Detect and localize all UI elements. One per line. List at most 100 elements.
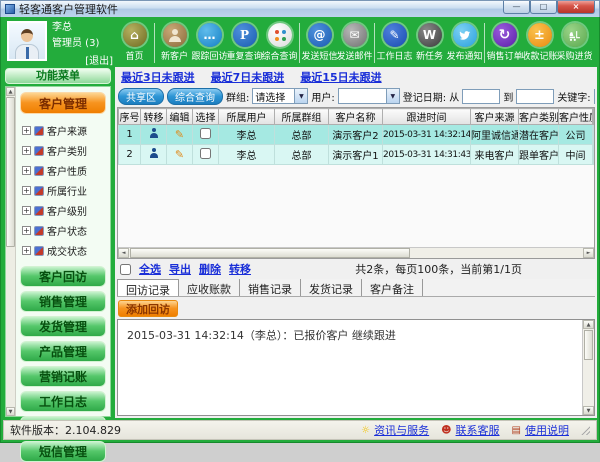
col-category[interactable]: 客户类别 bbox=[519, 109, 559, 125]
edit-icon[interactable]: ✎ bbox=[175, 128, 184, 141]
scrollbar-thumb[interactable] bbox=[584, 330, 593, 360]
tree-item-customer-nature[interactable]: + 客户性质 bbox=[22, 163, 106, 178]
link-15days-unfollowed[interactable]: 最近15日未跟进 bbox=[300, 69, 381, 85]
scroll-right-icon[interactable]: ► bbox=[583, 248, 594, 258]
tab-visit-records[interactable]: 回访记录 bbox=[117, 279, 179, 296]
toolbar-work-log[interactable]: ✎ 工作日志 bbox=[377, 23, 412, 62]
toolbar-multi-query[interactable]: 综合查询 bbox=[262, 23, 297, 62]
col-owner[interactable]: 所属用户 bbox=[219, 109, 275, 125]
toolbar-sales-order[interactable]: ↻ 销售订单 bbox=[487, 23, 522, 62]
toolbar-duplicate-query[interactable]: P 重复查询 bbox=[227, 23, 262, 62]
sidebar-button-customer-mgmt[interactable]: 客户管理 bbox=[20, 92, 106, 114]
scrollbar-track[interactable] bbox=[411, 248, 583, 258]
row-checkbox[interactable] bbox=[200, 128, 211, 139]
info-service-link[interactable]: 资讯与服务 bbox=[374, 422, 429, 438]
scroll-down-icon[interactable]: ▼ bbox=[583, 406, 594, 415]
scrollbar-thumb[interactable] bbox=[6, 97, 15, 247]
minimize-button[interactable]: — bbox=[503, 1, 530, 14]
select-all-checkbox[interactable] bbox=[120, 264, 131, 275]
manual-link[interactable]: 使用说明 bbox=[525, 422, 569, 438]
sidebar-button-marketing-account[interactable]: 营销记账 bbox=[20, 366, 106, 387]
col-transfer[interactable]: 转移 bbox=[141, 109, 167, 125]
toolbar-new-customer[interactable]: 新客户 bbox=[157, 23, 192, 62]
scroll-down-icon[interactable]: ▼ bbox=[6, 407, 15, 416]
expand-icon[interactable]: + bbox=[22, 226, 31, 235]
maximize-button[interactable]: □ bbox=[530, 1, 557, 14]
table-row[interactable]: 2 ✎ 李总 总部 演示客户1 2015-03-31 14:31:43 来电客户… bbox=[119, 145, 594, 165]
close-button[interactable]: × bbox=[557, 1, 595, 14]
scroll-up-icon[interactable]: ▲ bbox=[6, 87, 15, 96]
date-to-input[interactable] bbox=[516, 89, 554, 104]
toolbar-purchase[interactable]: 采购进货 bbox=[557, 23, 592, 62]
tab-customer-notes[interactable]: 客户备注 bbox=[362, 279, 423, 296]
toolbar-send-mail[interactable]: ✉ 发送邮件 bbox=[337, 23, 372, 62]
tab-shipping-records[interactable]: 发货记录 bbox=[301, 279, 362, 296]
sidebar-button-sms-mgmt[interactable]: 短信管理 bbox=[20, 441, 106, 462]
col-no[interactable]: 序号 bbox=[119, 109, 141, 125]
col-follow-time[interactable]: 跟进时间 bbox=[383, 109, 471, 125]
tree-item-customer-status[interactable]: + 客户状态 bbox=[22, 223, 106, 238]
col-edit[interactable]: 编辑 bbox=[167, 109, 193, 125]
logout-link[interactable]: [退出] bbox=[85, 52, 113, 67]
col-select[interactable]: 选择 bbox=[193, 109, 219, 125]
col-group[interactable]: 所属群组 bbox=[275, 109, 329, 125]
scrollbar-track[interactable] bbox=[6, 248, 15, 407]
select-all-link[interactable]: 全选 bbox=[139, 261, 161, 277]
sidebar-scrollbar[interactable]: ▲ ▼ bbox=[6, 87, 16, 416]
resize-grip[interactable] bbox=[581, 426, 590, 435]
table-row[interactable]: 1 ✎ 李总 总部 演示客户2 2015-03-31 14:32:14 阿里诚信… bbox=[119, 125, 594, 145]
horizontal-scrollbar[interactable]: ◄ ► bbox=[118, 247, 594, 258]
share-area-button[interactable]: 共享区 bbox=[118, 88, 164, 105]
sidebar-button-customer-visit[interactable]: 客户回访 bbox=[20, 266, 106, 287]
contact-support-link[interactable]: 联系客服 bbox=[456, 422, 500, 438]
chevron-down-icon[interactable]: ▼ bbox=[386, 89, 399, 103]
add-visit-button[interactable]: 添加回访 bbox=[118, 300, 178, 317]
multi-query-button[interactable]: 综合查询 bbox=[167, 88, 223, 105]
toolbar-send-sms[interactable]: @ 发送短信 bbox=[302, 23, 337, 62]
transfer-link[interactable]: 转移 bbox=[229, 261, 251, 277]
expand-icon[interactable]: + bbox=[22, 126, 31, 135]
toolbar-payment-account[interactable]: ± 收款记账 bbox=[522, 23, 557, 62]
keyword-input[interactable] bbox=[594, 89, 595, 104]
tree-item-customer-level[interactable]: + 客户级别 bbox=[22, 203, 106, 218]
toolbar-home[interactable]: ⌂ 首页 bbox=[117, 23, 152, 62]
vertical-scrollbar[interactable]: ▲ ▼ bbox=[582, 320, 594, 415]
toolbar-new-task[interactable]: W 新任务 bbox=[412, 23, 447, 62]
toolbar-follow-visit[interactable]: … 跟踪回访 bbox=[192, 23, 227, 62]
transfer-icon[interactable] bbox=[149, 128, 159, 139]
link-3days-unfollowed[interactable]: 最近3日未跟进 bbox=[121, 69, 195, 85]
toolbar-publish-notice[interactable]: 发布通知 bbox=[447, 23, 482, 62]
sidebar-button-shipping-mgmt[interactable]: 发货管理 bbox=[20, 316, 106, 337]
edit-icon[interactable]: ✎ bbox=[175, 148, 184, 161]
col-nature[interactable]: 客户性质 bbox=[559, 109, 593, 125]
row-checkbox[interactable] bbox=[200, 148, 211, 159]
expand-icon[interactable]: + bbox=[22, 246, 31, 255]
scrollbar-track[interactable] bbox=[583, 361, 594, 406]
tab-receivables[interactable]: 应收账款 bbox=[179, 279, 240, 296]
expand-icon[interactable]: + bbox=[22, 206, 31, 215]
scrollbar-thumb[interactable] bbox=[130, 248, 410, 258]
chevron-down-icon[interactable]: ▼ bbox=[294, 89, 307, 103]
scroll-left-icon[interactable]: ◄ bbox=[118, 248, 129, 258]
tree-item-customer-category[interactable]: + 客户类别 bbox=[22, 143, 106, 158]
expand-icon[interactable]: + bbox=[22, 186, 31, 195]
transfer-icon[interactable] bbox=[149, 148, 159, 159]
expand-icon[interactable]: + bbox=[22, 166, 31, 175]
sidebar-button-work-log[interactable]: 工作日志 bbox=[20, 391, 106, 412]
scroll-up-icon[interactable]: ▲ bbox=[583, 320, 594, 329]
delete-link[interactable]: 删除 bbox=[199, 261, 221, 277]
user-select[interactable]: ▼ bbox=[338, 88, 400, 104]
group-select[interactable]: 请选择 ▼ bbox=[252, 88, 308, 104]
date-from-input[interactable] bbox=[462, 89, 500, 104]
col-source[interactable]: 客户来源 bbox=[471, 109, 519, 125]
tab-sales-records[interactable]: 销售记录 bbox=[240, 279, 301, 296]
export-link[interactable]: 导出 bbox=[169, 261, 191, 277]
tree-item-deal-status[interactable]: + 成交状态 bbox=[22, 243, 106, 258]
sidebar-button-sales-mgmt[interactable]: 销售管理 bbox=[20, 291, 106, 312]
col-customer-name[interactable]: 客户名称 bbox=[329, 109, 383, 125]
sidebar-button-product-mgmt[interactable]: 产品管理 bbox=[20, 341, 106, 362]
tree-item-industry[interactable]: + 所属行业 bbox=[22, 183, 106, 198]
tree-item-customer-source[interactable]: + 客户来源 bbox=[22, 123, 106, 138]
link-7days-unfollowed[interactable]: 最近7日未跟进 bbox=[211, 69, 285, 85]
expand-icon[interactable]: + bbox=[22, 146, 31, 155]
